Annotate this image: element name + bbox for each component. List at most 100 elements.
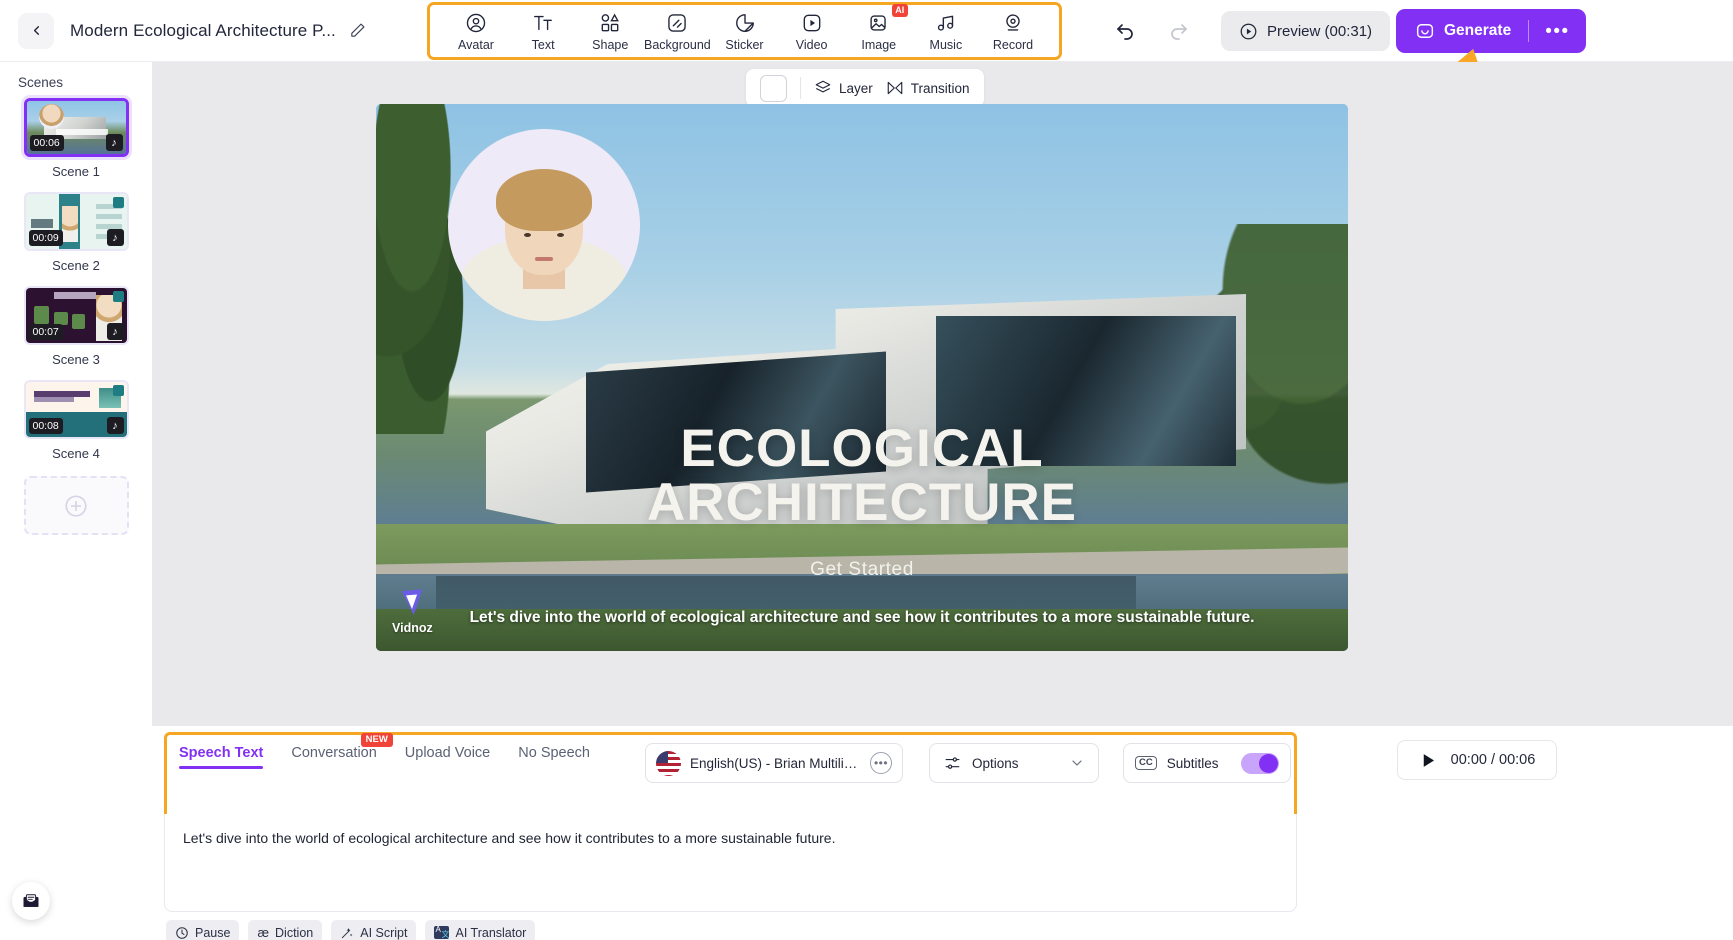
pause-button[interactable]: Pause [166, 920, 240, 940]
scene-thumbnail-4[interactable]: 00:08 ♪ [23, 380, 129, 439]
feedback-mail-button[interactable] [12, 882, 50, 920]
watermark-label: Vidnoz [392, 621, 433, 635]
layers-icon [815, 80, 831, 93]
options-dropdown[interactable]: Options [929, 743, 1099, 783]
tool-label: Video [795, 37, 828, 52]
ai-script-button[interactable]: AI Script [331, 920, 417, 940]
slide-subtitle[interactable]: Get Started [810, 559, 914, 581]
generate-button[interactable]: Generate [1396, 21, 1528, 41]
preview-button[interactable]: Preview (00:31) [1221, 11, 1391, 51]
tool-sticker[interactable]: Sticker [713, 11, 777, 52]
tab-no-speech[interactable]: No Speech [518, 745, 590, 769]
shape-icon [599, 11, 621, 35]
diction-button[interactable]: æ Diction [248, 920, 323, 940]
translate-icon [434, 925, 450, 940]
scene-thumbnail-2[interactable]: 00:09 ♪ [23, 192, 129, 251]
tool-label: Music [929, 37, 963, 52]
tab-label: Conversation [291, 745, 377, 761]
music-icon [935, 11, 957, 35]
action-label: AI Translator [455, 925, 527, 940]
tab-speech-text[interactable]: Speech Text [179, 745, 264, 769]
avatar[interactable] [448, 129, 640, 321]
pencil-icon [351, 23, 365, 37]
tool-music[interactable]: Music [914, 11, 978, 52]
music-note-icon: ♪ [106, 417, 124, 434]
tool-avatar[interactable]: Avatar [444, 11, 508, 52]
tool-background[interactable]: Background [644, 11, 711, 52]
undo-button[interactable] [1108, 12, 1144, 48]
color-swatch-button[interactable] [760, 74, 787, 102]
edit-title-button[interactable] [349, 22, 366, 39]
scenes-heading: Scenes [18, 75, 64, 90]
layer-button[interactable]: Layer [814, 79, 873, 97]
add-scene-button[interactable] [23, 476, 129, 535]
plus-circle-icon [65, 494, 87, 517]
speech-tabs: Speech Text NEW Conversation Upload Voic… [179, 733, 590, 769]
tool-image[interactable]: AI Image [847, 3, 911, 52]
undo-redo-group [1108, 12, 1196, 48]
mail-icon [23, 894, 39, 907]
ellipsis-circle-icon[interactable]: ••• [870, 752, 892, 774]
layer-label: Layer [839, 80, 873, 96]
scene-list-item[interactable]: 00:06 ♪ Scene 1 [0, 98, 152, 188]
preview-label: Preview (00:31) [1267, 22, 1373, 40]
scene-list-item[interactable]: 00:07 ♪ Scene 3 [0, 286, 152, 376]
watermark: Vidnoz [392, 586, 433, 635]
generate-more-button[interactable]: ••• [1529, 22, 1585, 41]
action-label: Diction [275, 925, 314, 940]
back-button[interactable] [18, 12, 54, 49]
voice-selector[interactable]: English(US) - Brian Multilingu... ••• [645, 743, 903, 783]
generate-label: Generate [1444, 22, 1512, 39]
tool-label: Shape [592, 37, 629, 52]
scene-duration: 00:08 [28, 418, 63, 434]
tool-shape[interactable]: Shape [578, 11, 642, 52]
player-timecode-button[interactable]: 00:00 / 00:06 [1397, 740, 1557, 780]
toolbar-divider [800, 77, 801, 99]
tool-label: Record [992, 37, 1034, 52]
sticker-icon [734, 11, 756, 35]
action-label: Pause [195, 925, 231, 940]
subtitles-toggle-row[interactable]: CC Subtitles [1123, 743, 1291, 783]
tool-record[interactable]: Record [981, 11, 1045, 52]
script-actions: Pause æ Diction AI Script AI Translator [166, 920, 536, 940]
tool-video[interactable]: Video [780, 11, 844, 52]
tab-label: Upload Voice [404, 745, 491, 761]
clock-icon [176, 926, 188, 939]
tab-conversation[interactable]: NEW Conversation [291, 733, 393, 769]
slide-title-line2: ARCHITECTURE [646, 473, 1078, 533]
play-circle-icon [1240, 23, 1257, 39]
scene-label: Scene 2 [52, 258, 100, 273]
video-preview-stage[interactable]: ECOLOGICAL ARCHITECTURE Get Started Let'… [376, 104, 1348, 651]
tab-label: No Speech [518, 745, 590, 761]
scene-thumbnail-1[interactable]: 00:06 ♪ [23, 98, 129, 157]
redo-button[interactable] [1160, 12, 1196, 48]
tab-label: Speech Text [179, 745, 264, 761]
avatar-mouth [535, 257, 553, 261]
voice-name-label: English(US) - Brian Multilingu... [690, 755, 861, 771]
image-icon [868, 11, 890, 35]
tool-label: Background [644, 37, 711, 52]
generate-icon [1416, 24, 1434, 38]
scene-duration: 00:06 [29, 135, 64, 151]
text-icon [532, 11, 554, 35]
scene-label: Scene 1 [52, 164, 100, 179]
subtitles-toggle[interactable] [1241, 752, 1279, 774]
music-note-icon: ♪ [106, 229, 124, 246]
scene-list-item[interactable]: 00:08 ♪ Scene 4 [0, 380, 152, 470]
script-editor[interactable]: Let's dive into the world of ecological … [164, 814, 1297, 912]
scene-thumbnail-3[interactable]: 00:07 ♪ [23, 286, 129, 345]
sliders-icon [945, 756, 960, 769]
music-note-icon: ♪ [105, 134, 123, 151]
scene-list-item[interactable]: 00:09 ♪ Scene 2 [0, 192, 152, 282]
transition-button[interactable]: Transition [886, 79, 970, 97]
avatar-eye-left [524, 233, 531, 237]
slide-title[interactable]: ECOLOGICAL ARCHITECTURE [542, 421, 1182, 533]
avatar-hair [496, 169, 592, 231]
tab-upload-voice[interactable]: Upload Voice [405, 745, 490, 769]
ai-badge: AI [891, 3, 908, 17]
scene-label: Scene 3 [52, 352, 100, 367]
avatar-icon [465, 11, 487, 35]
tool-label: Text [531, 37, 555, 52]
tool-text[interactable]: Text [511, 11, 575, 52]
ai-translator-button[interactable]: AI Translator [425, 920, 536, 940]
